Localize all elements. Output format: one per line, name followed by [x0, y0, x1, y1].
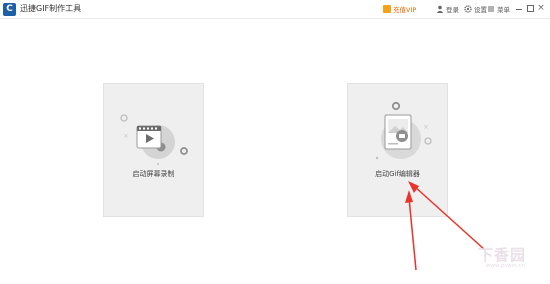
crown-icon — [383, 5, 391, 13]
menu-label: 菜单 — [497, 6, 510, 14]
app-title: 迅捷GIF制作工具 — [20, 4, 82, 13]
video-camera-icon: × — [120, 114, 188, 166]
gear-icon — [464, 5, 472, 13]
start-screen-record-label: 启动屏幕录制 — [132, 170, 175, 178]
start-gif-editor-label: 启动Gif编辑器 — [375, 170, 420, 178]
app-logo-icon: C — [3, 3, 16, 16]
login-label: 登录 — [446, 6, 459, 14]
window-minimize-button[interactable] — [514, 3, 524, 14]
window-close-button[interactable]: × — [536, 3, 546, 14]
user-icon — [436, 5, 444, 13]
watermark-url: www.pcwin.cn — [486, 263, 526, 269]
watermark-text: 下香园 — [478, 246, 527, 264]
start-screen-record-card[interactable]: × 启动屏幕录制 — [103, 83, 204, 217]
window-controls: × — [514, 3, 548, 15]
vip-label: 充值VIP — [393, 6, 417, 14]
vip-button[interactable]: 充值VIP — [383, 3, 416, 15]
settings-button[interactable]: 设置 — [464, 3, 487, 15]
svg-text:×: × — [423, 123, 429, 131]
settings-label: 设置 — [474, 6, 487, 14]
menu-button[interactable]: 菜单 — [487, 3, 510, 15]
start-gif-editor-card[interactable]: × 启动Gif编辑器 — [347, 83, 448, 217]
login-button[interactable]: 登录 — [436, 3, 459, 15]
window-maximize-button[interactable] — [525, 3, 535, 14]
title-bar: C 迅捷GIF制作工具 充值VIP 登录 设置 菜单 × — [0, 0, 550, 19]
annotation-arrows — [405, 181, 486, 271]
svg-text:×: × — [123, 132, 129, 140]
gif-editor-icon: × — [375, 101, 432, 160]
menu-icon — [487, 5, 495, 13]
